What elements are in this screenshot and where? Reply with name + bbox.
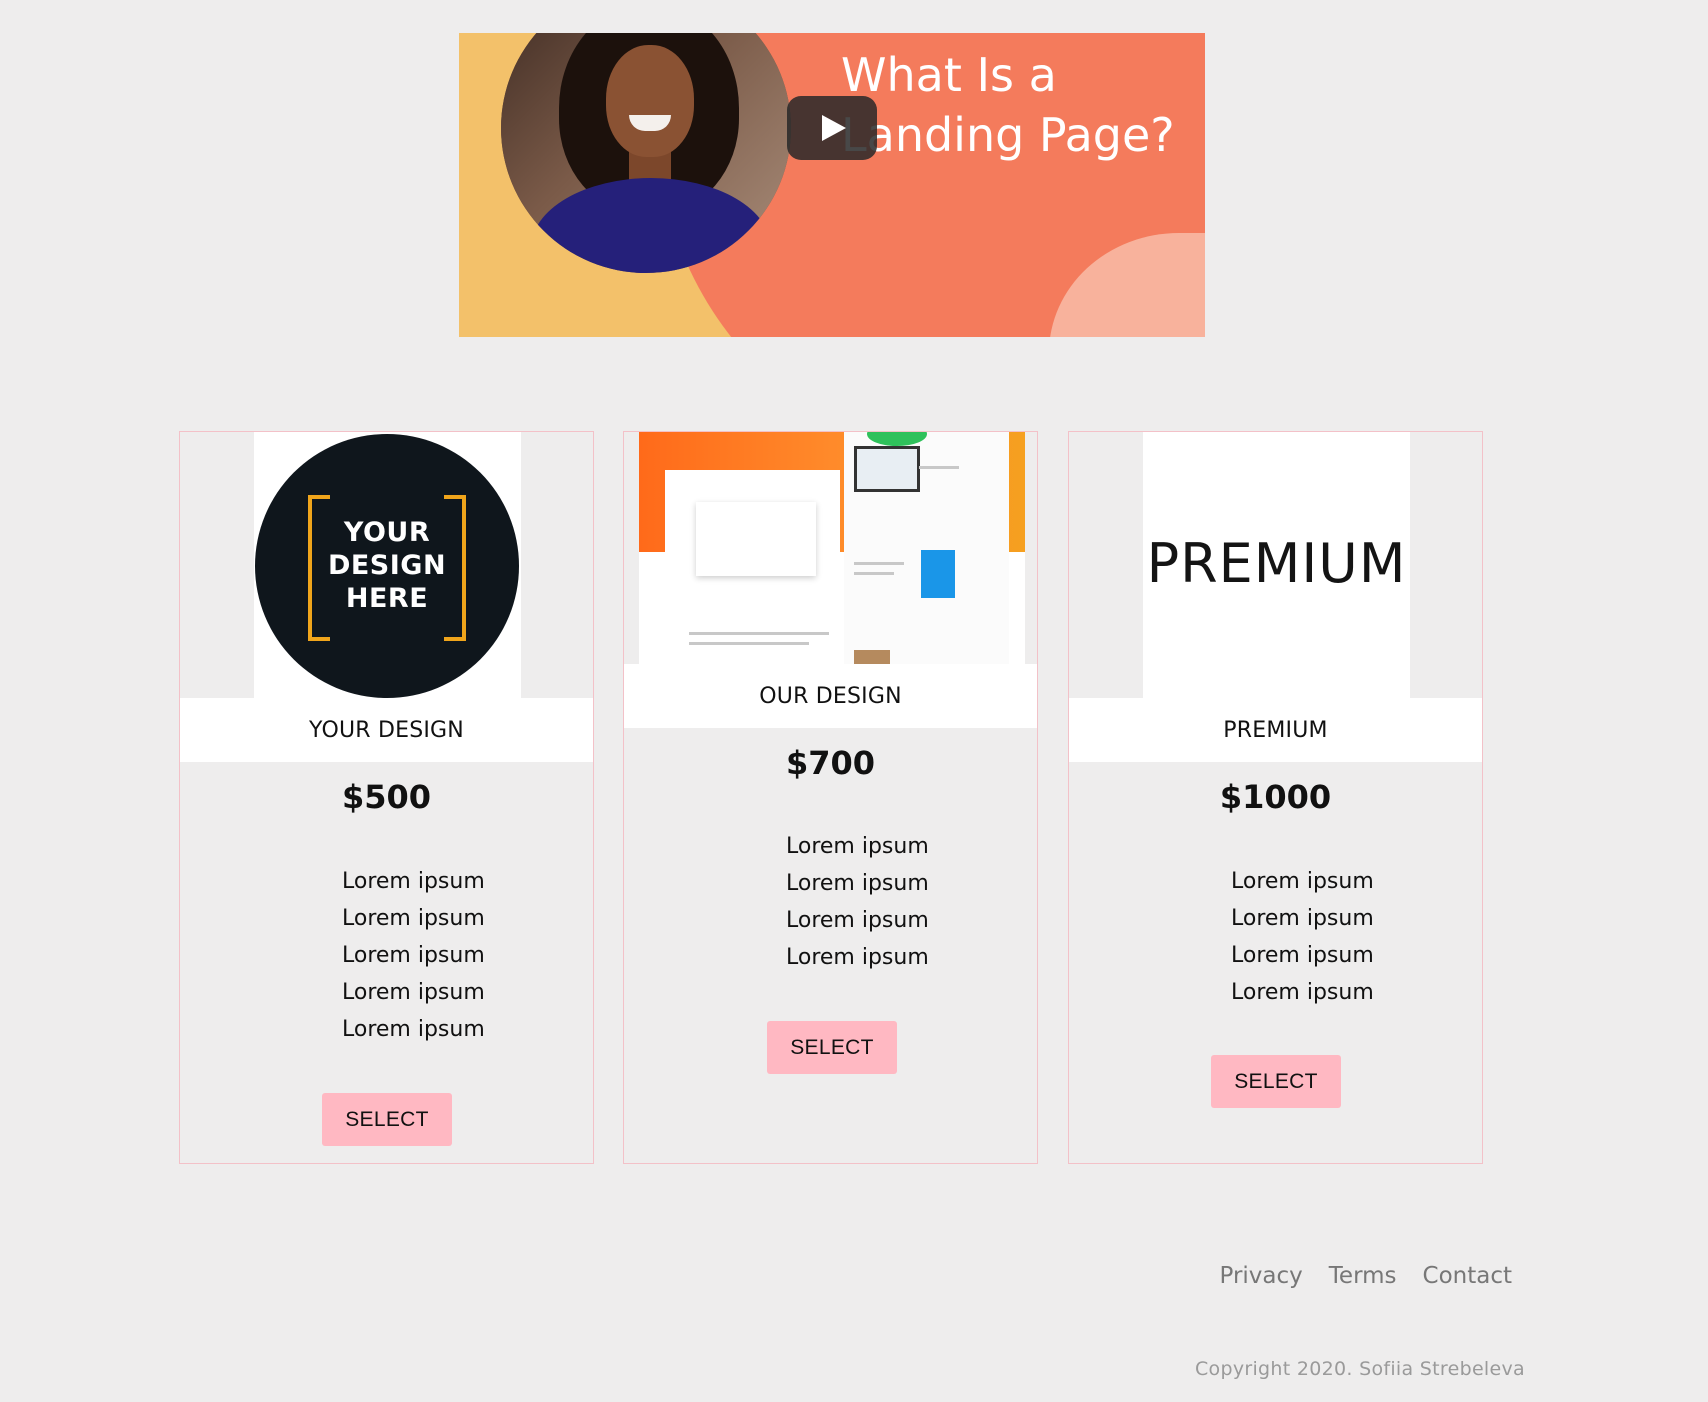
- premium-logo: PREMIUM: [1146, 532, 1407, 595]
- list-item: Lorem ipsum: [786, 908, 929, 933]
- list-item: Lorem ipsum: [786, 871, 929, 896]
- card-image: YOUR DESIGN HERE: [180, 432, 593, 698]
- card-title: PREMIUM: [1069, 698, 1482, 762]
- play-button[interactable]: [787, 96, 877, 160]
- copyright-text: Copyright 2020. Sofiia Strebeleva: [1194, 1358, 1525, 1380]
- feature-list: Lorem ipsum Lorem ipsum Lorem ipsum Lore…: [786, 828, 929, 976]
- our-design-screenshot: [639, 432, 1025, 664]
- card-price: $700: [785, 744, 876, 782]
- list-item: Lorem ipsum: [786, 834, 929, 859]
- list-item: Lorem ipsum: [342, 943, 485, 968]
- video-title: What Is a Landing Page?: [841, 45, 1201, 165]
- play-icon: [822, 115, 846, 141]
- footer-link-terms[interactable]: Terms: [1329, 1263, 1397, 1289]
- list-item: Lorem ipsum: [342, 906, 485, 931]
- feature-list: Lorem ipsum Lorem ipsum Lorem ipsum Lore…: [342, 863, 485, 1048]
- presenter-portrait: [501, 33, 791, 273]
- list-item: Lorem ipsum: [342, 869, 485, 894]
- select-button[interactable]: SELECT: [767, 1021, 897, 1074]
- list-item: Lorem ipsum: [342, 1017, 485, 1042]
- card-image: [624, 432, 1037, 664]
- landing-page-video[interactable]: What Is a Landing Page?: [459, 33, 1205, 337]
- list-item: Lorem ipsum: [1231, 869, 1374, 894]
- list-item: Lorem ipsum: [1231, 906, 1374, 931]
- list-item: Lorem ipsum: [342, 980, 485, 1005]
- video-title-line2: Landing Page?: [841, 108, 1175, 162]
- footer-link-contact[interactable]: Contact: [1423, 1263, 1512, 1289]
- video-title-line1: What Is a: [841, 48, 1057, 102]
- list-item: Lorem ipsum: [1231, 980, 1374, 1005]
- your-design-logo: YOUR DESIGN HERE: [255, 434, 519, 698]
- card-price: $1000: [1219, 778, 1332, 816]
- card-price: $500: [341, 778, 432, 816]
- pricing-card-our-design: OUR DESIGN $700 Lorem ipsum Lorem ipsum …: [623, 431, 1038, 1164]
- select-button[interactable]: SELECT: [322, 1093, 452, 1146]
- footer-link-privacy[interactable]: Privacy: [1220, 1263, 1303, 1289]
- footer-links: Privacy Terms Contact: [1220, 1263, 1513, 1289]
- list-item: Lorem ipsum: [1231, 943, 1374, 968]
- card-image: PREMIUM: [1069, 432, 1482, 698]
- feature-list: Lorem ipsum Lorem ipsum Lorem ipsum Lore…: [1231, 863, 1374, 1011]
- pricing-card-your-design: YOUR DESIGN HERE YOUR DESIGN $500 Lorem …: [179, 431, 594, 1164]
- card-title: YOUR DESIGN: [180, 698, 593, 762]
- select-button[interactable]: SELECT: [1211, 1055, 1341, 1108]
- card-title: OUR DESIGN: [624, 664, 1037, 728]
- list-item: Lorem ipsum: [786, 945, 929, 970]
- pricing-card-premium: PREMIUM PREMIUM $1000 Lorem ipsum Lorem …: [1068, 431, 1483, 1164]
